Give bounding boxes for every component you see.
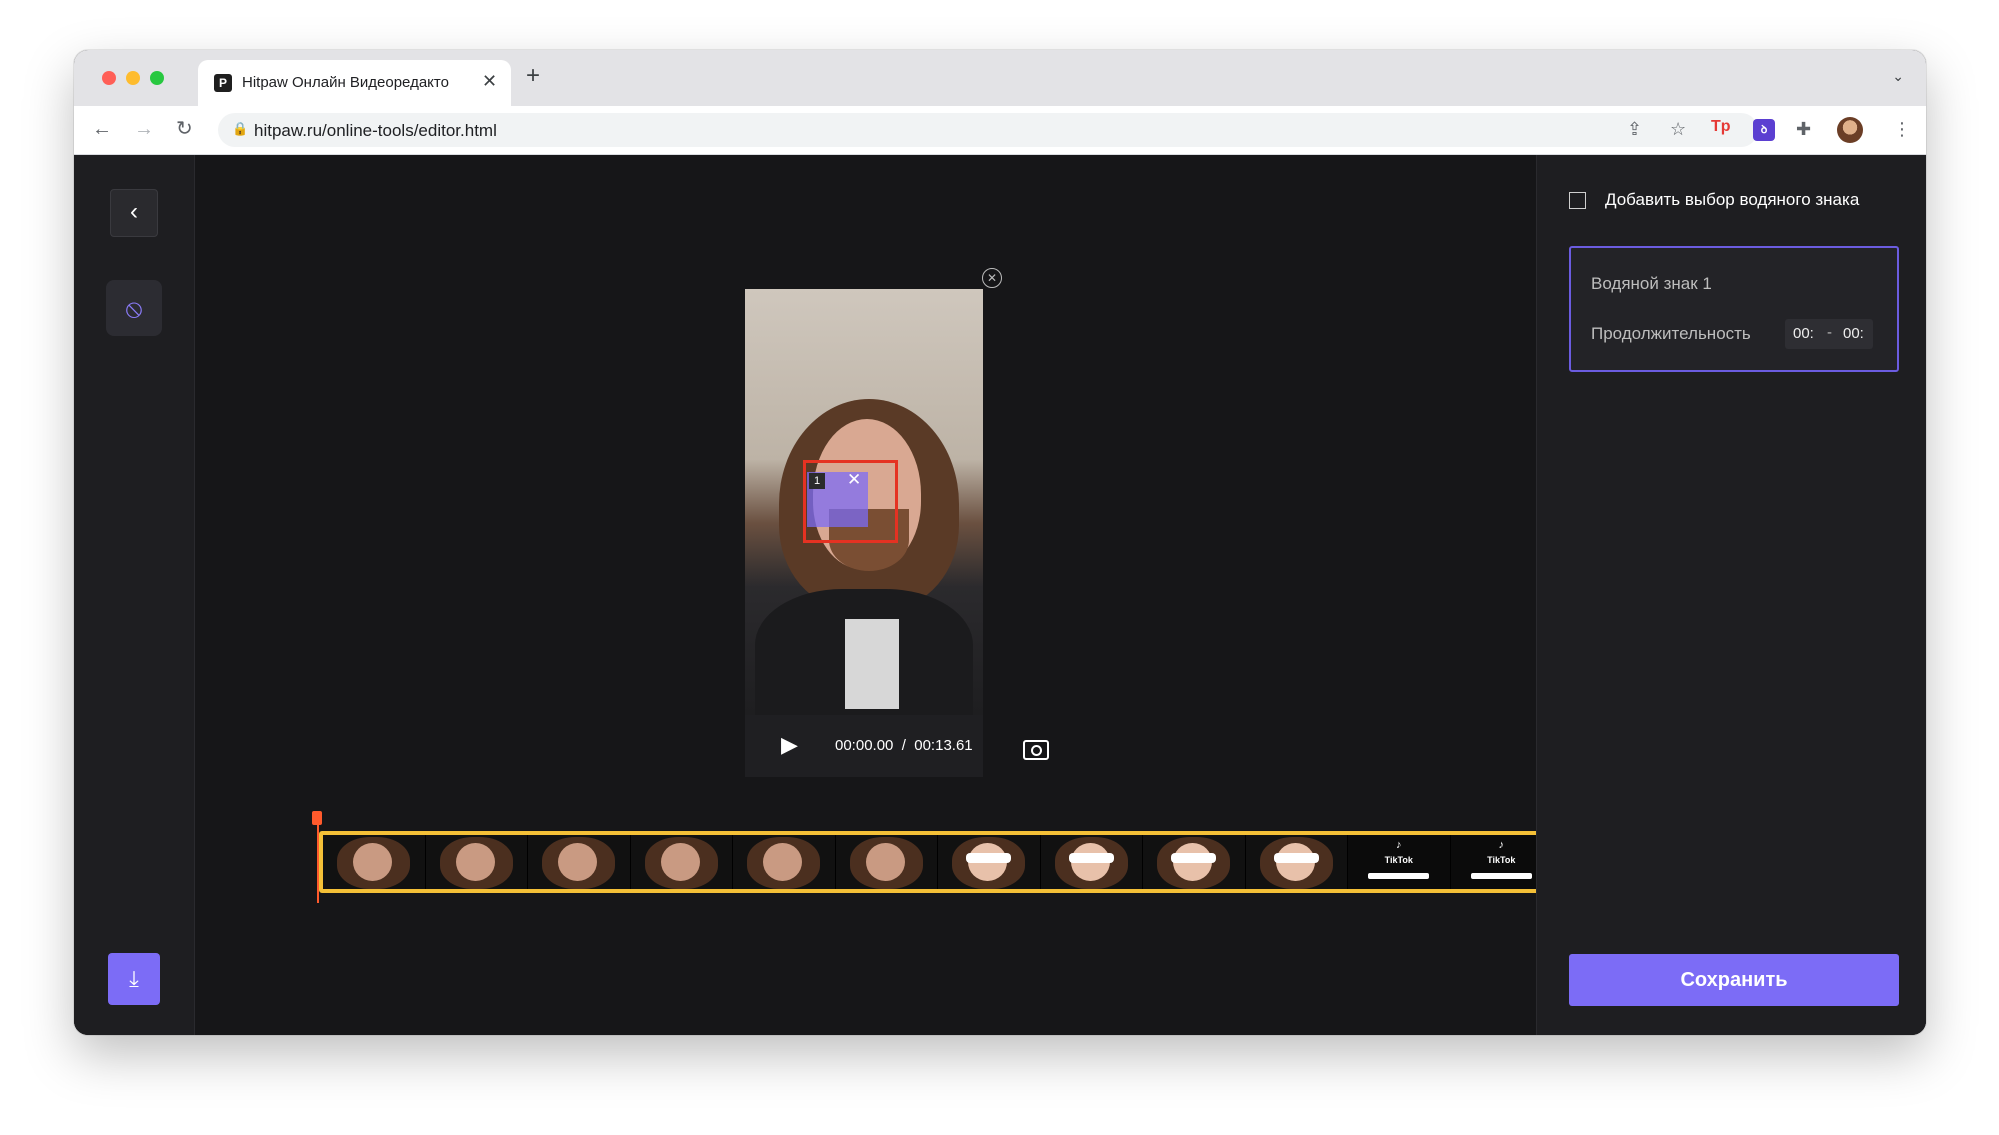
right-panel: Добавить выбор водяного знака Водяной зн… [1536,155,1926,1035]
tab-hitpaw[interactable]: P Hitpaw Онлайн Видеоредакто ✕ [198,60,511,106]
tab-search-chevron-icon[interactable]: ⌄ [1892,68,1904,85]
remove-watermark-tool-icon[interactable]: ⦸ [106,280,162,336]
tiktok-logo-icon: ♪ [1396,839,1402,851]
extension-tp-icon[interactable]: Tp [1711,118,1731,136]
sunglasses-icon [1171,853,1217,863]
browser-window: P Hitpaw Онлайн Видеоредакто ✕ + ⌄ ← → ↻… [74,50,1926,1035]
extensions-puzzle-icon[interactable]: ✚ [1796,117,1811,141]
export-download-button[interactable]: ⤓ [108,953,160,1005]
tab-close-icon[interactable]: ✕ [482,71,497,92]
timeline-frame [426,835,528,889]
time-display: 00:00.00 / 00:13.61 [835,737,973,754]
save-button[interactable]: Сохранить [1569,954,1899,1006]
reload-icon[interactable]: ↻ [176,118,193,140]
url-text: hitpaw.ru/online-tools/editor.html [254,121,497,140]
duration-label: Продолжительность [1591,324,1751,343]
duration-start-input[interactable]: 00: [1793,325,1814,342]
maximize-window-button[interactable] [150,71,164,85]
close-preview-icon[interactable]: ✕ [982,268,1002,288]
playhead-line [317,811,319,903]
duration-dash: - [1827,324,1832,341]
frame-face [353,843,392,881]
tiktok-bar [1368,873,1430,879]
preview-canvas: ✕ 1 ✕ ▶ 00:00.00 / 00:13.61 ♪ TikTok ♪ TikT… [195,155,1557,1035]
tiktok-label: TikTok [1384,855,1413,865]
duration-range[interactable]: 00: - 00: [1785,319,1873,349]
frame-face [763,843,802,881]
editor-app: ‹ ⦸ ⤓ ✕ 1 ✕ ▶ 00:00.00 / 00:13.61 ♪ TikT… [74,155,1926,1035]
total-duration: 00:13.61 [914,737,973,754]
time-separator: / [901,737,906,754]
close-window-button[interactable] [102,71,116,85]
camera-snapshot-icon[interactable] [1023,740,1049,760]
address-bar[interactable]: 🔒 hitpaw.ru/online-tools/editor.html [218,113,1758,147]
frame-face [660,843,700,881]
frame-face [865,843,905,881]
sunglasses-icon [966,853,1012,863]
watermark-card[interactable]: Водяной знак 1 Продолжительность 00: - 0… [1569,246,1899,372]
video-subject-tee [845,619,899,709]
left-sidebar: ‹ ⦸ ⤓ [74,155,195,1035]
highlight-frame [803,460,898,543]
timeline-frame [1041,835,1143,889]
frame-face [558,843,597,881]
hitpaw-favicon-icon: P [214,74,232,92]
watermark-name: Водяной знак 1 [1591,274,1712,293]
share-icon[interactable]: ⇪ [1627,117,1642,141]
timeline-frame [938,835,1041,889]
timeline-frame [528,835,631,889]
play-icon[interactable]: ▶ [781,733,798,757]
sunglasses-icon [1273,853,1319,863]
timeline-frame [733,835,836,889]
current-time: 00:00.00 [835,737,894,754]
tab-title: Hitpaw Онлайн Видеоредакто [242,74,449,91]
panel-title[interactable]: Добавить выбор водяного знака [1605,190,1859,210]
new-tab-button[interactable]: + [526,64,540,88]
duration-end-input[interactable]: 00: [1843,325,1864,342]
timeline-frame [1246,835,1348,889]
timeline-frame [1143,835,1246,889]
timeline-frame: ♪ TikTok [1348,835,1451,889]
lock-icon: 🔒 [232,121,249,136]
timeline-filmstrip[interactable]: ♪ TikTok ♪ TikTok [319,831,1557,893]
minimize-window-button[interactable] [126,71,140,85]
browser-menu-icon[interactable]: ⋮ [1893,117,1911,141]
timeline-frame [836,835,938,889]
extension-purple-icon[interactable]: ꝺ [1753,119,1775,141]
selection-box-icon [1569,192,1586,209]
timeline-frame [631,835,733,889]
back-arrow-icon[interactable]: ← [92,118,112,140]
timeline-frame [323,835,426,889]
player-controls: ▶ 00:00.00 / 00:13.61 [745,715,983,777]
bookmark-star-icon[interactable]: ☆ [1670,117,1686,141]
tiktok-bar [1470,873,1532,879]
tab-bar: P Hitpaw Онлайн Видеоредакто ✕ + ⌄ [74,50,1926,106]
back-button[interactable]: ‹ [110,189,158,237]
frame-face [455,843,495,881]
browser-toolbar: ← → ↻ 🔒 hitpaw.ru/online-tools/editor.ht… [74,106,1926,155]
profile-avatar[interactable] [1837,117,1863,143]
forward-arrow-icon[interactable]: → [134,118,154,140]
sunglasses-icon [1068,853,1114,863]
